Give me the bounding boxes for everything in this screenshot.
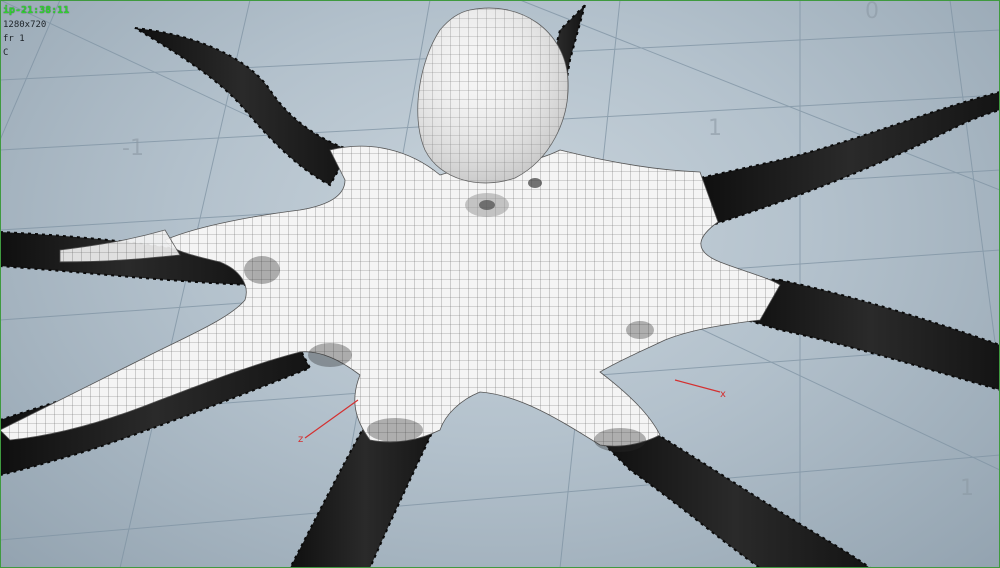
z-axis-label: z	[298, 434, 303, 445]
mantle-web	[0, 145, 781, 447]
octopus-body-mesh	[0, 145, 781, 447]
svg-text:1: 1	[708, 116, 722, 141]
hud-title: ip-21:38:11	[3, 5, 70, 16]
tentacle-back-left	[134, 27, 352, 187]
tentacle-front-right	[597, 428, 872, 568]
hud-resolution: 1280x720	[3, 20, 47, 30]
svg-text:0: 0	[865, 0, 879, 24]
hud-frame: fr 1	[3, 34, 25, 44]
hud-camera: C	[3, 48, 9, 58]
svg-text:-1: -1	[122, 136, 144, 161]
tentacle-right-upper	[698, 90, 1000, 227]
viewport-hud: ip-21:38:11 1280x720 fr 1 C	[3, 4, 69, 60]
x-axis-label: x	[720, 389, 726, 400]
z-axis-line	[304, 399, 359, 439]
scene-canvas: -1 1 0 1 z x	[0, 0, 1000, 568]
3d-viewport[interactable]: -1 1 0 1 z x ip-21:38:11 1280x720 fr 1 C	[0, 0, 1000, 568]
svg-text:1: 1	[960, 476, 974, 501]
x-axis-line	[674, 379, 721, 393]
tentacle-right-lower	[738, 276, 1000, 392]
